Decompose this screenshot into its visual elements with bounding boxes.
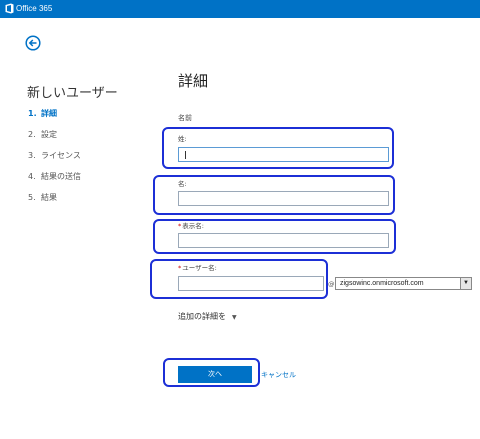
username-label: *ユーザー名:: [178, 264, 217, 272]
last-name-label: 姓:: [178, 135, 187, 143]
step-details[interactable]: 1. 詳細: [28, 108, 81, 129]
chevron-down-icon: ▼: [232, 314, 237, 321]
section-title: 詳細: [178, 72, 209, 90]
last-name-input[interactable]: [178, 147, 389, 162]
dropdown-arrow-icon[interactable]: ▼: [460, 278, 471, 289]
display-name-input[interactable]: [178, 233, 389, 248]
username-input[interactable]: [178, 276, 324, 291]
wizard-title: 新しいユーザー: [27, 86, 118, 101]
next-button[interactable]: 次へ: [178, 366, 252, 383]
name-group-label: 名前: [178, 114, 192, 122]
more-details-toggle[interactable]: 追加の詳細を ▼: [178, 311, 237, 322]
text-caret: [185, 151, 186, 159]
domain-select[interactable]: zigsowinc.onmicrosoft.com ▼: [335, 277, 472, 290]
back-arrow-icon[interactable]: [25, 35, 41, 51]
top-bar: Office 365: [0, 0, 480, 18]
step-send-results[interactable]: 4. 結果の送信: [28, 171, 81, 192]
step-results[interactable]: 5. 結果: [28, 192, 81, 213]
wizard-steps: 1. 詳細 2. 設定 3. ライセンス 4. 結果の送信 5. 結果: [28, 108, 81, 213]
first-name-input[interactable]: [178, 191, 389, 206]
at-sign: @: [328, 280, 335, 288]
office-logo-icon: [5, 3, 14, 14]
brand-name: Office 365: [16, 4, 53, 13]
step-licenses[interactable]: 3. ライセンス: [28, 150, 81, 171]
cancel-link[interactable]: キャンセル: [261, 370, 296, 380]
step-settings[interactable]: 2. 設定: [28, 129, 81, 150]
display-name-label: *表示名:: [178, 222, 204, 230]
first-name-label: 名:: [178, 180, 187, 188]
